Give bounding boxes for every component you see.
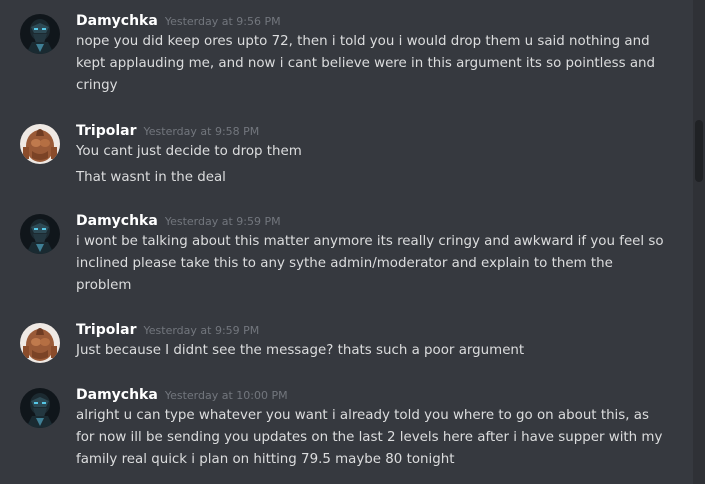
timestamp[interactable]: Yesterday at 9:59 PM bbox=[144, 324, 260, 337]
message-text: nope you did keep ores upto 72, then i t… bbox=[76, 34, 656, 93]
message-header: Tripolar Yesterday at 9:59 PM bbox=[76, 319, 666, 339]
scrollbar-thumb[interactable] bbox=[695, 120, 703, 182]
chat-messages: Damychka Yesterday at 9:56 PM nope you di… bbox=[0, 0, 693, 484]
message-header: Damychka Yesterday at 10:00 PM bbox=[76, 384, 666, 404]
message-header: Damychka Yesterday at 9:59 PM bbox=[76, 210, 666, 230]
tripolar-avatar-image bbox=[20, 323, 60, 363]
timestamp[interactable]: Yesterday at 9:59 PM bbox=[165, 215, 281, 228]
username[interactable]: Tripolar bbox=[76, 123, 137, 139]
damychka-avatar-image bbox=[20, 388, 60, 428]
damychka-avatar[interactable] bbox=[20, 388, 60, 428]
scrollbar-track[interactable] bbox=[693, 0, 705, 484]
message-text: That wasnt in the deal bbox=[76, 170, 226, 185]
timestamp[interactable]: Yesterday at 9:56 PM bbox=[165, 15, 281, 28]
message-header: Tripolar Yesterday at 9:58 PM bbox=[76, 120, 666, 140]
username[interactable]: Tripolar bbox=[76, 322, 137, 338]
username[interactable]: Damychka bbox=[76, 387, 158, 403]
message-text: You cant just decide to drop them bbox=[76, 144, 302, 159]
message-content: Tripolar Yesterday at 9:59 PM Just becaus… bbox=[76, 319, 666, 362]
message-header: Damychka Yesterday at 9:56 PM bbox=[76, 10, 666, 30]
damychka-avatar-image bbox=[20, 214, 60, 254]
message-text: alright u can type whatever you want i a… bbox=[76, 408, 663, 467]
tripolar-avatar[interactable] bbox=[20, 124, 60, 164]
tripolar-avatar-image bbox=[20, 124, 60, 164]
message-content: Damychka Yesterday at 9:56 PM nope you di… bbox=[76, 10, 666, 97]
message-text: i wont be talking about this matter anym… bbox=[76, 234, 664, 293]
username[interactable]: Damychka bbox=[76, 213, 158, 229]
timestamp[interactable]: Yesterday at 9:58 PM bbox=[144, 125, 260, 138]
damychka-avatar-image bbox=[20, 14, 60, 54]
timestamp[interactable]: Yesterday at 10:00 PM bbox=[165, 389, 288, 402]
message-content: Tripolar Yesterday at 9:58 PM You cant ju… bbox=[76, 120, 666, 189]
tripolar-avatar[interactable] bbox=[20, 323, 60, 363]
damychka-avatar[interactable] bbox=[20, 14, 60, 54]
message-content: Damychka Yesterday at 9:59 PM i wont be t… bbox=[76, 210, 666, 297]
message-text: Just because I didnt see the message? th… bbox=[76, 343, 525, 358]
username[interactable]: Damychka bbox=[76, 13, 158, 29]
message-content: Damychka Yesterday at 10:00 PM alright u … bbox=[76, 384, 666, 471]
damychka-avatar[interactable] bbox=[20, 214, 60, 254]
